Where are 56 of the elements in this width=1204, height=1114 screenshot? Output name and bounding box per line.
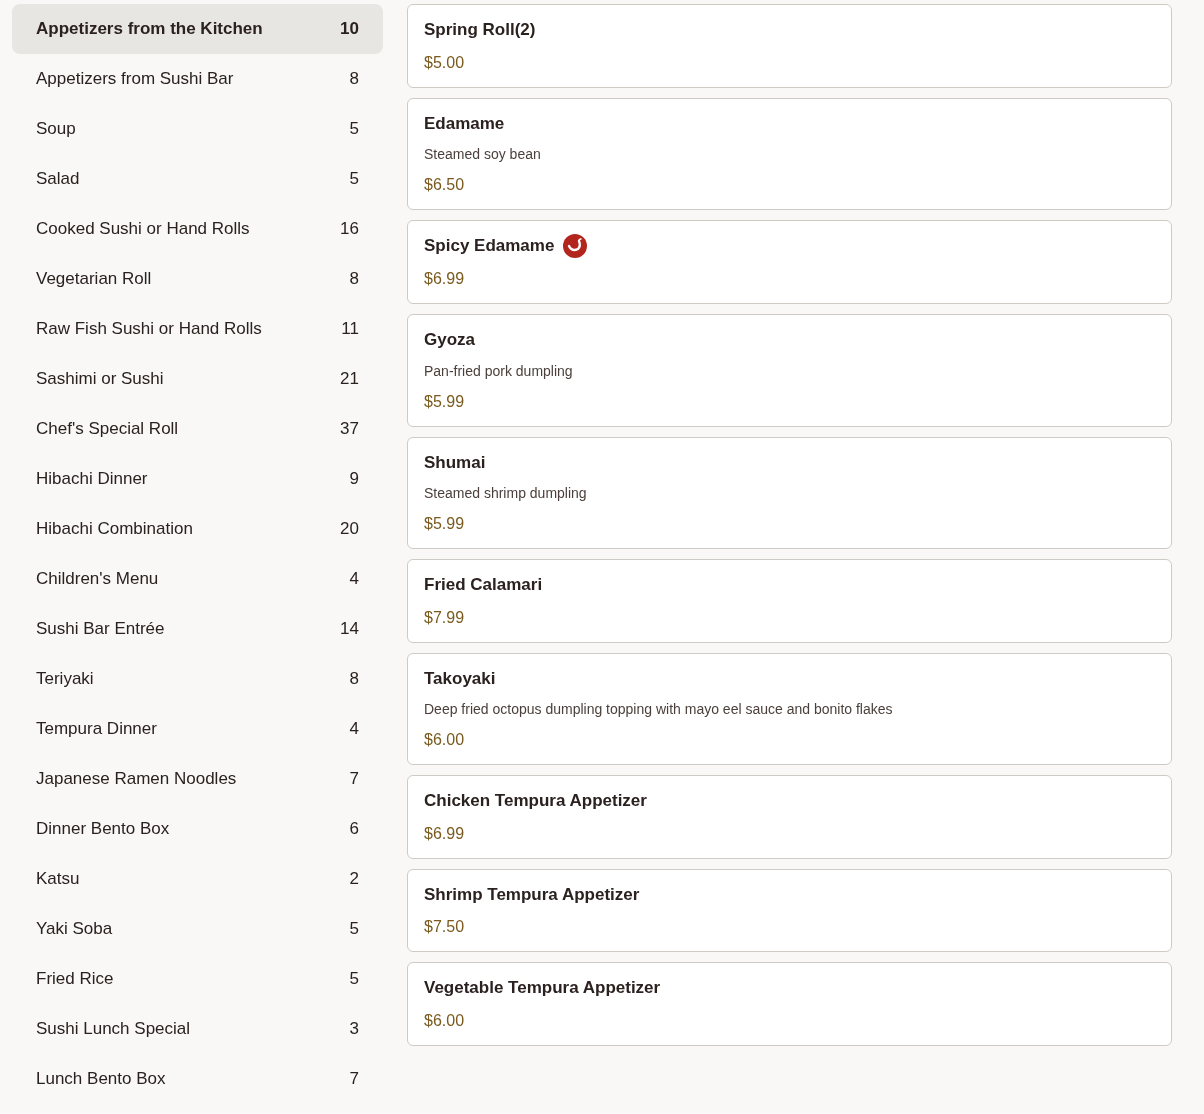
category-item[interactable]: Appetizers from Sushi Bar 8 bbox=[12, 54, 383, 104]
category-item[interactable]: Lunch Bento Box 7 bbox=[12, 1054, 383, 1104]
item-name: Shrimp Tempura Appetizer bbox=[424, 883, 640, 906]
category-item[interactable]: Appetizers from the Kitchen 10 bbox=[12, 4, 383, 54]
item-name: Fried Calamari bbox=[424, 574, 543, 596]
menu-item-card[interactable]: Vegetable Tempura Appetizer $6.00 bbox=[407, 962, 1172, 1046]
item-price: $6.50 bbox=[424, 175, 466, 195]
item-price: $5.99 bbox=[424, 391, 466, 412]
item-description: Deep fried octopus dumpling topping with mayo eel sauce and bonito flakes bbox=[424, 700, 894, 719]
category-item[interactable]: Dinner Bento Box 6 bbox=[12, 804, 383, 854]
category-item[interactable]: Sashimi or Sushi 21 bbox=[12, 354, 383, 404]
item-name: Spring Roll(2) bbox=[424, 19, 536, 41]
item-description: Steamed soy bean bbox=[424, 145, 542, 164]
category-item[interactable]: Sushi Lunch Special 3 bbox=[12, 1004, 383, 1054]
menu-item-card[interactable]: Spicy Edamame $6.99 bbox=[407, 220, 1172, 304]
item-price: $7.50 bbox=[424, 917, 466, 937]
category-item[interactable]: Raw Fish Sushi or Hand Rolls 11 bbox=[12, 304, 383, 354]
item-price: $5.00 bbox=[424, 52, 466, 73]
category-item[interactable]: Tempura Dinner 4 bbox=[12, 704, 383, 754]
category-item[interactable]: Hibachi Dinner 9 bbox=[12, 454, 383, 504]
menu-item-card[interactable]: Edamame Steamed soy bean $6.50 bbox=[407, 97, 1172, 210]
item-name: Shumai bbox=[424, 451, 486, 474]
menu-item-card[interactable]: Gyoza Pan-fried pork dumpling $5.99 bbox=[407, 314, 1172, 427]
category-item[interactable]: Hibachi Combination 20 bbox=[12, 504, 383, 554]
category-item[interactable]: Children's Menu 4 bbox=[12, 554, 383, 604]
item-price: $6.00 bbox=[424, 730, 466, 750]
menu-item-card[interactable]: Shrimp Tempura Appetizer $7.50 bbox=[407, 868, 1172, 952]
category-item[interactable]: Salad 5 bbox=[12, 154, 383, 204]
item-price: $6.00 bbox=[424, 1010, 466, 1031]
item-name: Spicy Edamame bbox=[424, 235, 555, 258]
category-item[interactable]: Teriyaki 8 bbox=[12, 654, 383, 704]
item-name: Edamame bbox=[424, 112, 505, 135]
menu-item-card[interactable]: Chicken Tempura Appetizer $6.99 bbox=[407, 775, 1172, 859]
menu-item-card[interactable]: Fried Calamari $7.99 bbox=[407, 559, 1172, 643]
item-name: Takoyaki bbox=[424, 667, 496, 690]
category-item[interactable]: Japanese Ramen Noodles 7 bbox=[12, 754, 383, 804]
item-description: Pan-fried pork dumpling bbox=[424, 361, 574, 381]
item-price: $7.99 bbox=[424, 607, 466, 628]
item-price: $6.99 bbox=[424, 269, 466, 289]
item-price: $6.99 bbox=[424, 823, 466, 844]
item-description: Steamed shrimp dumpling bbox=[424, 484, 588, 503]
category-item[interactable]: Cooked Sushi or Hand Rolls 16 bbox=[12, 204, 383, 254]
category-item[interactable]: Katsu 2 bbox=[12, 854, 383, 904]
menu-item-card[interactable]: Shumai Steamed shrimp dumpling $5.99 bbox=[407, 436, 1172, 549]
category-item[interactable]: Yaki Soba 5 bbox=[12, 904, 383, 954]
item-price: $5.99 bbox=[424, 514, 466, 534]
item-name: Vegetable Tempura Appetizer bbox=[424, 977, 661, 999]
menu-item-card[interactable]: Spring Roll(2) $5.00 bbox=[407, 4, 1172, 88]
category-item[interactable]: Sushi Bar Entrée 14 bbox=[12, 604, 383, 654]
category-item[interactable]: Soup 5 bbox=[12, 104, 383, 154]
category-item[interactable]: Fried Rice 5 bbox=[12, 954, 383, 1004]
item-name: Chicken Tempura Appetizer bbox=[424, 790, 647, 812]
menu-item-card[interactable]: Takoyaki Deep fried octopus dumpling topping with mayo eel sauce and bonito flakes $6.00 bbox=[407, 652, 1172, 765]
category-item[interactable]: Vegetarian Roll 8 bbox=[12, 254, 383, 304]
item-name: Gyoza bbox=[424, 329, 476, 351]
category-item[interactable]: Chef's Special Roll 37 bbox=[12, 404, 383, 454]
